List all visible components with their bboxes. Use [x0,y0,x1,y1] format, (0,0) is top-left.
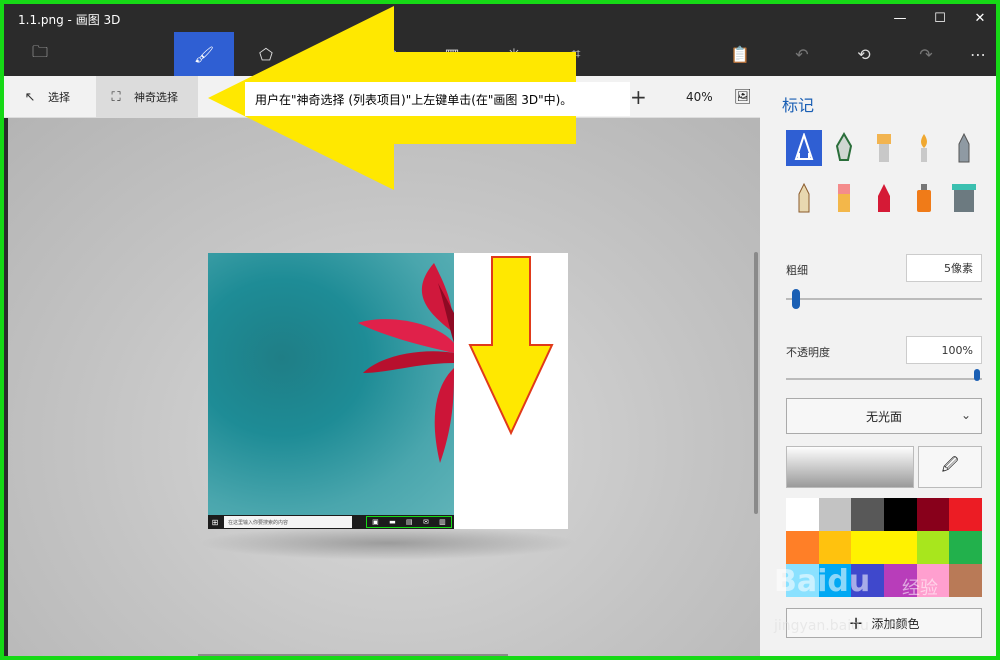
panel-title: 标记 [782,96,815,115]
canvas-image[interactable]: ⊞ 在这里输入你要搜索的内容 ▣ ▬ ▤ ✉ ▥ [208,253,568,529]
color-swatch[interactable] [818,498,852,531]
opacity-label: 不透明度 [786,346,830,359]
select-button[interactable]: ↖ 选择 [22,76,70,118]
zoom-in-button[interactable]: + [630,76,647,118]
eraser-icon[interactable] [826,180,862,216]
close-button[interactable]: ✕ [960,4,996,32]
window-title: 1.1.png - 画图 3D [18,13,121,27]
undo-icon[interactable]: ↶ [772,32,832,76]
color-swatch[interactable] [851,531,884,564]
oil-brush-icon[interactable] [866,130,902,166]
maximize-button[interactable]: ☐ [920,4,960,32]
current-color-swatch[interactable] [786,446,914,488]
chevron-down-icon: ⌄ [960,408,971,422]
color-swatch[interactable] [851,498,884,531]
taskbar-search: 在这里输入你要搜索的内容 [224,516,352,528]
watermark-url: jingyan.baidu.com [774,618,904,634]
color-swatch[interactable] [916,531,950,564]
opacity-slider-track[interactable] [786,378,982,380]
watercolor-icon[interactable] [906,130,942,166]
fill-bucket-icon[interactable] [946,180,982,216]
vertical-scrollbar[interactable] [754,252,758,514]
opacity-slider-thumb[interactable] [974,369,980,381]
color-swatch[interactable] [818,531,852,564]
color-swatch[interactable] [949,498,982,531]
paste-icon[interactable]: 📋 [710,32,770,76]
color-swatch[interactable] [949,531,982,564]
image-shadow [198,526,578,560]
opacity-input[interactable]: 100% [906,336,982,364]
redo-icon[interactable]: ↷ [896,32,956,76]
marker-icon[interactable] [786,130,822,166]
annotation-caption: 用户在"神奇选择 (列表项目)"上左键单击(在"画图 3D"中)。 [245,82,630,116]
eyedropper-icon[interactable]: 🖉 [918,446,982,488]
pencil-icon[interactable] [786,180,822,216]
store-icon: ▤ [406,518,413,526]
horizontal-scrollbar[interactable] [198,654,508,656]
cursor-icon: ↖ [24,89,36,105]
down-arrow-annotation [468,256,554,436]
baidu-watermark: Baidu 经验 jingyan.baidu.com [774,564,974,644]
windows-start-icon: ⊞ [211,517,219,527]
taskbar: ⊞ 在这里输入你要搜索的内容 ▣ ▬ ▤ ✉ ▥ [208,515,454,529]
finish-dropdown[interactable]: 无光面 ⌄ [786,398,982,434]
crayon-icon[interactable] [866,180,902,216]
taskbar-apps: ▣ ▬ ▤ ✉ ▥ [366,516,452,528]
finish-label: 无光面 [865,409,902,424]
magic-select-label: 神奇选择 [134,91,178,104]
history-icon[interactable]: ⟲ [834,32,894,76]
thickness-slider-thumb[interactable] [792,289,800,309]
menu-folder-icon[interactable]: 🗀 [10,32,70,76]
view-options-icon[interactable]: 🖼 [734,76,752,118]
watermark-product: 经验 [902,578,938,599]
magic-select-icon: ⛶ [111,89,121,105]
app-icon: ▣ [372,518,379,526]
color-swatch[interactable] [883,531,917,564]
flower-photo [208,253,454,515]
magic-select-button[interactable]: ⛶ 神奇选择 [96,76,198,118]
thickness-slider-track[interactable] [786,298,982,300]
watermark-brand: Baidu [774,564,871,599]
pixel-pen-icon[interactable] [946,130,982,166]
folder-icon: ▬ [389,518,396,526]
color-swatch[interactable] [883,498,917,531]
spray-can-icon[interactable] [906,180,942,216]
color-swatch[interactable] [916,498,950,531]
thickness-label: 粗细 [786,264,808,277]
color-swatch[interactable] [786,531,819,564]
select-label: 选择 [48,91,70,104]
minimize-button[interactable]: — [880,4,920,32]
calc-icon: ▥ [439,518,446,526]
thickness-input[interactable]: 5像素 [906,254,982,282]
more-icon[interactable]: ⋯ [948,32,996,76]
calligraphy-pen-icon[interactable] [826,130,862,166]
flower-petals [358,263,454,463]
zoom-level[interactable]: 40% [686,76,713,118]
mail-icon: ✉ [422,518,429,526]
color-swatch[interactable] [786,498,819,531]
app-window: 1.1.png - 画图 3D — ☐ ✕ 🗀 🖌 ⬠ ⬡ ▦ ✳ ⌗ 📋 ↶ … [0,0,1000,660]
